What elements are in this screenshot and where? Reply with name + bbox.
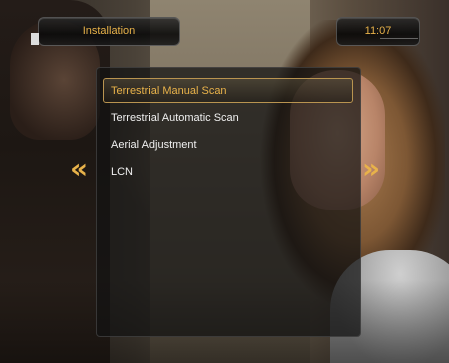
- menu-item-label: LCN: [111, 166, 134, 178]
- title-tab-marker-icon: [31, 33, 39, 45]
- menu-item-terrestrial-automatic-scan[interactable]: Terrestrial Automatic Scan: [103, 105, 353, 130]
- clock-underline: [380, 38, 418, 45]
- menu-item-aerial-adjustment[interactable]: Aerial Adjustment: [103, 132, 353, 157]
- double-chevron-right-icon[interactable]: »: [360, 154, 382, 184]
- menu-item-label: Aerial Adjustment: [111, 139, 197, 151]
- clock-time: 11:07: [364, 25, 392, 37]
- installation-menu-list: Terrestrial Manual Scan Terrestrial Auto…: [103, 78, 353, 186]
- menu-item-terrestrial-manual-scan[interactable]: Terrestrial Manual Scan: [103, 78, 353, 103]
- menu-item-label: Terrestrial Automatic Scan: [111, 112, 239, 124]
- menu-title: Installation: [82, 25, 136, 37]
- menu-item-lcn[interactable]: LCN: [103, 159, 353, 184]
- double-chevron-left-icon[interactable]: «: [68, 154, 90, 184]
- menu-item-label: Terrestrial Manual Scan: [111, 85, 227, 97]
- installation-menu-panel: Terrestrial Manual Scan Terrestrial Auto…: [96, 67, 361, 337]
- menu-title-tab: Installation: [38, 17, 180, 46]
